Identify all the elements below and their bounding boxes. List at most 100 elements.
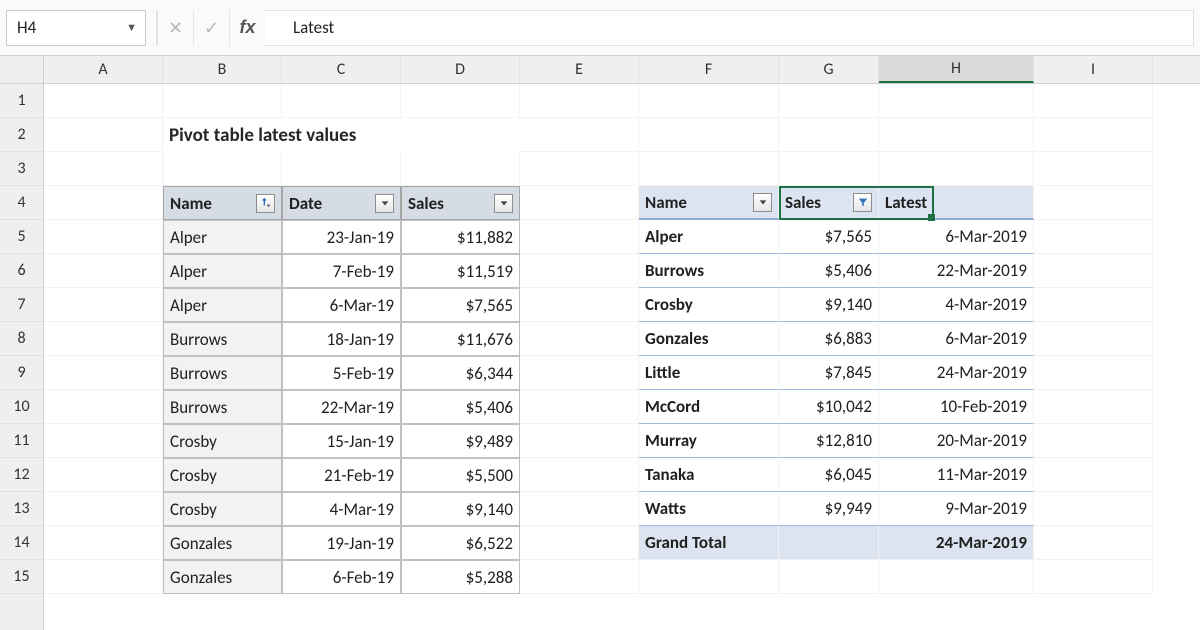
table-header-date[interactable]: Date <box>282 186 401 220</box>
table-cell-name[interactable]: Alper <box>163 220 282 254</box>
column-header-F[interactable]: F <box>639 56 779 83</box>
row-header-5[interactable]: 5 <box>0 220 43 254</box>
table-cell-date[interactable]: 19-Jan-19 <box>282 526 401 560</box>
pivot-cell-name[interactable]: Watts <box>639 492 779 526</box>
cell[interactable] <box>520 424 639 458</box>
table-cell-sales[interactable]: $6,344 <box>401 356 520 390</box>
cell[interactable] <box>401 118 520 152</box>
cell[interactable] <box>401 152 520 186</box>
cell[interactable] <box>282 84 401 118</box>
pivot-cell-name[interactable]: Alper <box>639 220 779 254</box>
table-cell-name[interactable]: Alper <box>163 288 282 322</box>
row-header-8[interactable]: 8 <box>0 322 43 356</box>
cell[interactable] <box>1034 288 1153 322</box>
table-cell-name[interactable]: Burrows <box>163 322 282 356</box>
table-cell-sales[interactable]: $9,140 <box>401 492 520 526</box>
pivot-cell-latest[interactable]: 6-Mar-2019 <box>879 322 1034 356</box>
cell[interactable] <box>520 288 639 322</box>
cell[interactable] <box>44 254 163 288</box>
cell[interactable] <box>779 560 879 594</box>
table-cell-date[interactable]: 15-Jan-19 <box>282 424 401 458</box>
column-header-H[interactable]: H <box>879 56 1034 83</box>
column-header-E[interactable]: E <box>520 56 639 83</box>
cell[interactable] <box>1034 424 1153 458</box>
row-header-15[interactable]: 15 <box>0 560 43 594</box>
pivot-cell-latest[interactable]: 20-Mar-2019 <box>879 424 1034 458</box>
table-cell-date[interactable]: 6-Mar-19 <box>282 288 401 322</box>
table-cell-date[interactable]: 4-Mar-19 <box>282 492 401 526</box>
cell[interactable] <box>879 84 1034 118</box>
cell[interactable] <box>520 458 639 492</box>
sort-asc-icon[interactable] <box>256 194 275 213</box>
cell[interactable] <box>1034 220 1153 254</box>
cell[interactable] <box>1034 526 1153 560</box>
filter-dropdown-icon[interactable] <box>753 193 772 212</box>
column-header-C[interactable]: C <box>282 56 401 83</box>
row-header-1[interactable]: 1 <box>0 84 43 118</box>
cell[interactable] <box>520 526 639 560</box>
pivot-grand-total-label[interactable]: Grand Total <box>639 526 779 560</box>
row-header-6[interactable]: 6 <box>0 254 43 288</box>
cell[interactable] <box>779 152 879 186</box>
table-cell-sales[interactable]: $7,565 <box>401 288 520 322</box>
table-cell-sales[interactable]: $11,519 <box>401 254 520 288</box>
pivot-header-sales[interactable]: Sales <box>779 186 879 220</box>
table-cell-date[interactable]: 23-Jan-19 <box>282 220 401 254</box>
pivot-cell-latest[interactable]: 22-Mar-2019 <box>879 254 1034 288</box>
pivot-cell-sales[interactable]: $6,883 <box>779 322 879 356</box>
cell[interactable] <box>520 118 639 152</box>
cell[interactable] <box>779 84 879 118</box>
cell[interactable] <box>520 152 639 186</box>
table-header-name[interactable]: Name <box>163 186 282 220</box>
cell[interactable] <box>1034 84 1153 118</box>
pivot-cell-sales[interactable]: $6,045 <box>779 458 879 492</box>
table-cell-name[interactable]: Crosby <box>163 458 282 492</box>
cell[interactable] <box>779 118 879 152</box>
cell[interactable] <box>639 560 779 594</box>
pivot-grand-total-value[interactable]: 24-Mar-2019 <box>879 526 1034 560</box>
filter-dropdown-icon[interactable] <box>494 194 513 213</box>
table-cell-date[interactable]: 21-Feb-19 <box>282 458 401 492</box>
column-header-I[interactable]: I <box>1034 56 1153 83</box>
cell[interactable] <box>163 84 282 118</box>
cell[interactable] <box>520 560 639 594</box>
pivot-cell-sales[interactable]: $9,140 <box>779 288 879 322</box>
pivot-cell-name[interactable]: McCord <box>639 390 779 424</box>
cell[interactable] <box>879 152 1034 186</box>
table-header-sales[interactable]: Sales <box>401 186 520 220</box>
cell[interactable] <box>44 84 163 118</box>
cell[interactable] <box>44 560 163 594</box>
cell[interactable] <box>44 424 163 458</box>
pivot-cell-latest[interactable]: 10-Feb-2019 <box>879 390 1034 424</box>
pivot-grand-total-blank[interactable] <box>779 526 879 560</box>
cell[interactable] <box>1034 322 1153 356</box>
cell[interactable] <box>520 322 639 356</box>
pivot-cell-latest[interactable]: 4-Mar-2019 <box>879 288 1034 322</box>
cell[interactable] <box>44 492 163 526</box>
pivot-header-name[interactable]: Name <box>639 186 779 220</box>
cell[interactable] <box>282 118 401 152</box>
cell[interactable] <box>520 84 639 118</box>
cell[interactable] <box>520 390 639 424</box>
pivot-cell-name[interactable]: Crosby <box>639 288 779 322</box>
column-header-G[interactable]: G <box>779 56 879 83</box>
pivot-cell-latest[interactable]: 24-Mar-2019 <box>879 356 1034 390</box>
pivot-cell-sales[interactable]: $12,810 <box>779 424 879 458</box>
cell[interactable] <box>520 220 639 254</box>
row-header-14[interactable]: 14 <box>0 526 43 560</box>
cell[interactable] <box>1034 152 1153 186</box>
table-cell-date[interactable]: 22-Mar-19 <box>282 390 401 424</box>
cell[interactable] <box>401 84 520 118</box>
row-header-2[interactable]: 2 <box>0 118 43 152</box>
table-cell-sales[interactable]: $11,676 <box>401 322 520 356</box>
column-header-A[interactable]: A <box>44 56 163 83</box>
row-header-9[interactable]: 9 <box>0 356 43 390</box>
row-header-3[interactable]: 3 <box>0 152 43 186</box>
name-box[interactable]: H4 ▼ <box>6 10 146 46</box>
table-cell-date[interactable]: 7-Feb-19 <box>282 254 401 288</box>
row-header-7[interactable]: 7 <box>0 288 43 322</box>
confirm-button[interactable]: ✓ <box>193 10 229 46</box>
cell[interactable] <box>44 322 163 356</box>
cell[interactable] <box>1034 390 1153 424</box>
cell[interactable] <box>282 152 401 186</box>
